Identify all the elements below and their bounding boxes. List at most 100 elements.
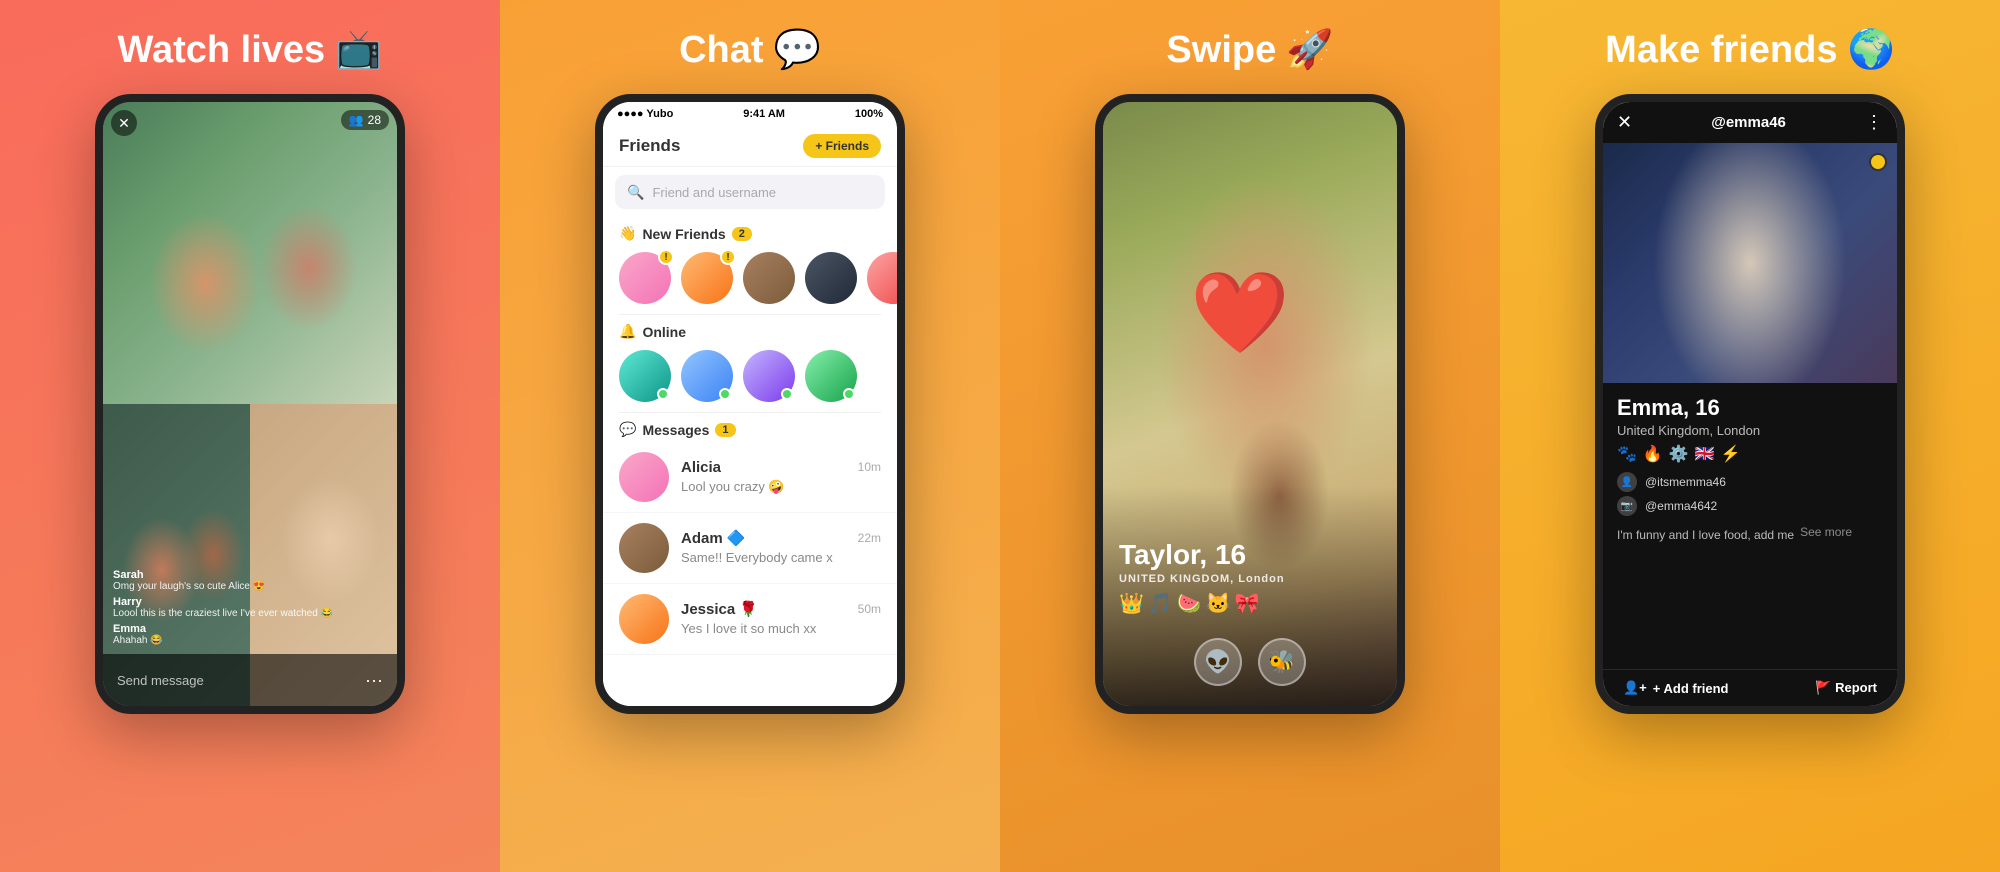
adam-name-row: Adam 🔷 22m [681,529,881,547]
online-avatar-3[interactable] [743,350,795,402]
send-message-bar[interactable]: Send message ··· [103,654,397,706]
online-avatar-2[interactable] [681,350,733,402]
new-friend-avatar-4[interactable] [805,252,857,304]
friends-screen: ✕ @emma46 ⋮ Emma, 16 United Kingdom, Lon… [1603,102,1897,706]
online-indicator [657,388,669,400]
adam-avatar [619,523,669,573]
more-options-icon[interactable]: ··· [365,670,383,691]
alicia-time: 10m [858,460,881,474]
jessica-message-content: Jessica 🌹 50m Yes I love it so much xx [681,600,881,638]
live-cell-main: ✕ 👥 28 [103,102,397,404]
new-friend-avatar-5[interactable] [867,252,905,304]
online-section-header: 🔔 Online [603,315,897,344]
swipe-profile-info: Taylor, 16 UNITED KINGDOM, London 👑 🎵 🍉 … [1119,539,1285,616]
see-more-button[interactable]: See more [1800,525,1852,539]
social-user-icon: 👤 [1617,472,1637,492]
message-icon: 💬 [619,421,636,438]
message-item-adam[interactable]: Adam 🔷 22m Same!! Everybody came x [603,513,897,584]
swipe-profile-emojis: 👑 🎵 🍉 🐱 🎀 [1119,591,1285,616]
comment-sarah: Sarah Omg your laugh's so cute Alice 😍 [113,569,387,592]
alicia-name-row: Alicia 10m [681,459,881,476]
new-friends-avatars: ! ! [603,246,897,314]
friends-profile-location: United Kingdom, London [1617,423,1883,438]
social-row-1: 👤 @itsmemma46 [1617,472,1883,492]
swipe-panel: Swipe 🚀 ❤️ Taylor, 16 UNITED KINGDOM, Lo… [1000,0,1500,872]
wave-icon: 👋 [619,225,636,242]
messages-label: Messages [642,422,709,438]
live-screen: ✕ 👥 28 Sarah Omg your laugh's so cute Al… [103,102,397,706]
new-friend-avatar-2[interactable]: ! [681,252,733,304]
search-placeholder: Friend and username [652,185,776,200]
profile-username: @emma46 [1711,114,1786,131]
add-friend-icon: 👤+ [1623,680,1647,696]
bee-button[interactable]: 🐝 [1258,638,1306,686]
profile-interest-icons: 🐾 🔥 ⚙️ 🇬🇧 ⚡ [1617,444,1883,464]
make-friends-label: Make friends [1605,29,1837,72]
add-friends-button[interactable]: + Friends [803,134,881,158]
chat-header: Friends + Friends [603,126,897,167]
messages-badge: 1 [715,423,735,437]
emoji-cat: 🐱 [1206,591,1231,616]
bell-icon: 🔔 [619,323,636,340]
dislike-button[interactable]: 👽 [1194,638,1242,686]
comment-text: Ahahah 😂 [113,635,387,646]
jessica-avatar [619,594,669,644]
emoji-crown: 👑 [1119,591,1144,616]
new-friend-avatar-1[interactable]: ! [619,252,671,304]
jessica-name: Jessica 🌹 [681,600,758,618]
add-friend-label: + Add friend [1653,681,1729,696]
live-comments: Sarah Omg your laugh's so cute Alice 😍 H… [103,569,397,646]
message-item-jessica[interactable]: Jessica 🌹 50m Yes I love it so much xx [603,584,897,655]
tv-icon: 📺 [335,28,382,72]
rocket-icon: 🚀 [1286,28,1333,72]
adam-time: 22m [858,531,881,545]
commenter-name: Harry [113,596,387,608]
social-handle-2: @emma4642 [1645,499,1717,513]
alicia-preview: Lool you crazy 🤪 [681,479,785,494]
viewer-count: 👥 28 [341,110,389,130]
report-label: 🚩 Report [1815,680,1877,696]
lightning-icon: ⚡ [1721,444,1741,464]
watch-lives-phone: ✕ 👥 28 Sarah Omg your laugh's so cute Al… [95,94,405,714]
interest-icon-1: 🐾 [1617,444,1637,464]
emoji-ribbon: 🎀 [1235,591,1260,616]
new-friends-section-header: 👋 New Friends 2 [603,217,897,246]
viewer-number: 28 [368,113,381,127]
chat-panel: Chat 💬 ●●●● Yubo 9:41 AM 100% Friends + … [500,0,1000,872]
report-button[interactable]: 🚩 Report [1815,680,1877,696]
emoji-music: 🎵 [1148,591,1173,616]
watch-lives-title: Watch lives 📺 [118,28,383,72]
battery-indicator: 100% [855,108,883,120]
new-badge: ! [658,249,674,265]
online-avatar-4[interactable] [805,350,857,402]
online-avatars [603,344,897,412]
search-bar[interactable]: 🔍 Friend and username [615,175,885,209]
swipe-title: Swipe 🚀 [1166,28,1333,72]
alicia-avatar [619,452,669,502]
adam-message-content: Adam 🔷 22m Same!! Everybody came x [681,529,881,567]
back-icon[interactable]: ✕ [1617,112,1632,133]
comment-text: Loool this is the craziest live I've eve… [113,608,387,619]
watch-lives-label: Watch lives [118,29,326,72]
add-friend-button[interactable]: 👤+ + Add friend [1623,680,1729,696]
chat-header-title: Friends [619,136,680,156]
more-icon[interactable]: ⋮ [1865,112,1883,133]
chat-icon: 💬 [774,28,821,72]
clock: 9:41 AM [743,108,785,120]
profile-bio: I'm funny and I love food, add me [1617,528,1794,542]
message-list: Alicia 10m Lool you crazy 🤪 Adam 🔷 22m S… [603,442,897,706]
new-friend-avatar-3[interactable] [743,252,795,304]
jessica-time: 50m [858,602,881,616]
friends-profile-info: Emma, 16 United Kingdom, London 🐾 🔥 ⚙️ 🇬… [1603,383,1897,669]
heart-icon: ❤️ [1190,266,1290,360]
online-avatar-1[interactable] [619,350,671,402]
swipe-photo: ❤️ Taylor, 16 UNITED KINGDOM, London 👑 🎵… [1103,102,1397,706]
alicia-name: Alicia [681,459,721,476]
close-button[interactable]: ✕ [111,110,137,136]
friends-topbar: ✕ @emma46 ⋮ [1603,102,1897,143]
social-row-2: 📷 @emma4642 [1617,496,1883,516]
online-indicator [781,388,793,400]
message-item-alicia[interactable]: Alicia 10m Lool you crazy 🤪 [603,442,897,513]
status-dot [1869,153,1887,171]
make-friends-panel: Make friends 🌍 ✕ @emma46 ⋮ Emma, 16 Unit… [1500,0,2000,872]
